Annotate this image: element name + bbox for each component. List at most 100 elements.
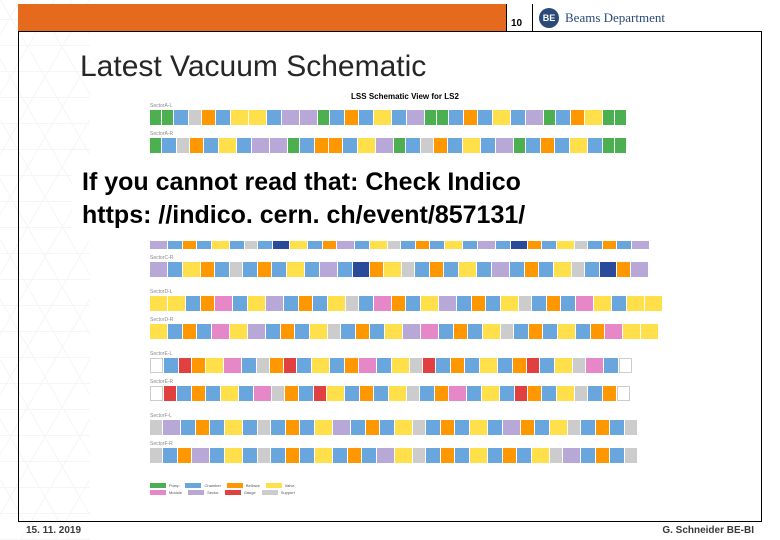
schematic-segment [243, 448, 257, 463]
schematic-segment [449, 110, 463, 125]
schematic-segment [439, 324, 453, 339]
schematic-segment [328, 324, 340, 339]
schematic-segment [333, 420, 350, 435]
legend: PumpChamberBellowsValveModuleSectorGauge… [150, 483, 330, 495]
schematic-segment [544, 110, 555, 125]
schematic-segment [481, 138, 495, 153]
schematic-segment [178, 448, 191, 463]
schematic-segment [641, 324, 658, 339]
schematic-segment [206, 386, 220, 401]
legend-item: Support [262, 490, 295, 495]
schematic-segment [370, 262, 383, 277]
schematic-segment [374, 110, 391, 125]
schematic-segment [224, 358, 241, 373]
schematic-segment [267, 110, 281, 125]
schematic-segment [543, 324, 557, 339]
schematic-segment [465, 358, 479, 373]
schematic-segment [451, 358, 464, 373]
schematic-segment [600, 262, 616, 277]
schematic-segment [470, 420, 487, 435]
schematic-segment [557, 386, 574, 401]
legend-item: Gauge [225, 490, 256, 495]
legend-item: Module [150, 490, 182, 495]
footer-date: 15. 11. 2019 [26, 525, 81, 536]
schematic-segment [315, 448, 332, 463]
schematic-segment [272, 262, 286, 277]
schematic-segment [555, 358, 572, 373]
schematic-segment [252, 138, 269, 153]
schematic-segment [359, 110, 373, 125]
schematic-segment [249, 110, 266, 125]
schematic-segment [177, 386, 191, 401]
schematic-segment [426, 420, 440, 435]
schematic-segment [179, 358, 191, 373]
row-label: SectorC-R [150, 255, 660, 261]
schematic-segment [513, 358, 526, 373]
schematic-segment [239, 386, 253, 401]
schematic-segment [558, 324, 575, 339]
schematic-segment [189, 110, 201, 125]
schematic-segment [547, 296, 560, 311]
schematic-segment [254, 386, 271, 401]
schematic-segment [511, 110, 525, 125]
schematic-segment [426, 448, 440, 463]
schematic-segment [150, 324, 167, 339]
schematic-segment [572, 262, 584, 277]
schematic-segment [362, 448, 376, 463]
callout-overlay: If you cannot read that: Check Indico ht… [72, 160, 718, 241]
schematic-segment [610, 448, 624, 463]
schematic-segment [181, 420, 195, 435]
schematic-segment [470, 448, 487, 463]
schematic-segment [164, 358, 178, 373]
schematic-segment [174, 110, 188, 125]
schematic-segment [581, 420, 595, 435]
schematic-segment [535, 420, 549, 435]
header-department: BE Beams Department [532, 4, 762, 31]
schematic-segment [299, 386, 313, 401]
schematic-segment [498, 358, 512, 373]
schematic-segment [150, 358, 163, 373]
schematic-segment [591, 324, 604, 339]
schematic-segment [312, 358, 329, 373]
schematic-segment [455, 448, 469, 463]
schematic-segment [421, 324, 438, 339]
schematic-segment [542, 386, 556, 401]
schematic-segment [486, 296, 500, 311]
schematic-segment [374, 386, 388, 401]
legend-item: Pump [150, 483, 179, 488]
schematic-segment [341, 324, 355, 339]
schematic-segment [501, 324, 513, 339]
row-label: SectorA-L [150, 103, 660, 109]
schematic-segment [503, 448, 516, 463]
schematic-row: SectorF-L [150, 413, 660, 435]
schematic-segment [360, 386, 373, 401]
schematic-segment [230, 324, 247, 339]
schematic-segment [212, 324, 229, 339]
schematic-segment [434, 138, 447, 153]
schematic-segment [625, 420, 637, 435]
schematic-segment [150, 110, 161, 125]
schematic-segment [389, 386, 406, 401]
schematic-segment [168, 324, 182, 339]
schematic-segment [150, 420, 162, 435]
schematic-segment [619, 358, 632, 373]
schematic-segment [581, 448, 595, 463]
schematic-segment [603, 386, 616, 401]
schematic-segment [242, 358, 256, 373]
schematic-segment [183, 262, 200, 277]
schematic-segment [215, 296, 232, 311]
row-label: SectorA-R [150, 131, 660, 137]
row-label: SectorE-R [150, 379, 660, 385]
schematic-segment [202, 110, 215, 125]
schematic-segment [318, 110, 329, 125]
schematic-segment [248, 296, 265, 311]
schematic-segment [413, 448, 425, 463]
schematic-segment [225, 448, 242, 463]
schematic-segment [206, 358, 223, 373]
schematic-segment [425, 110, 436, 125]
schematic-segment [395, 448, 412, 463]
legend-item: Bellows [227, 483, 260, 488]
schematic-segment [645, 296, 662, 311]
row-label: SectorF-L [150, 413, 660, 419]
schematic-segment [356, 324, 369, 339]
